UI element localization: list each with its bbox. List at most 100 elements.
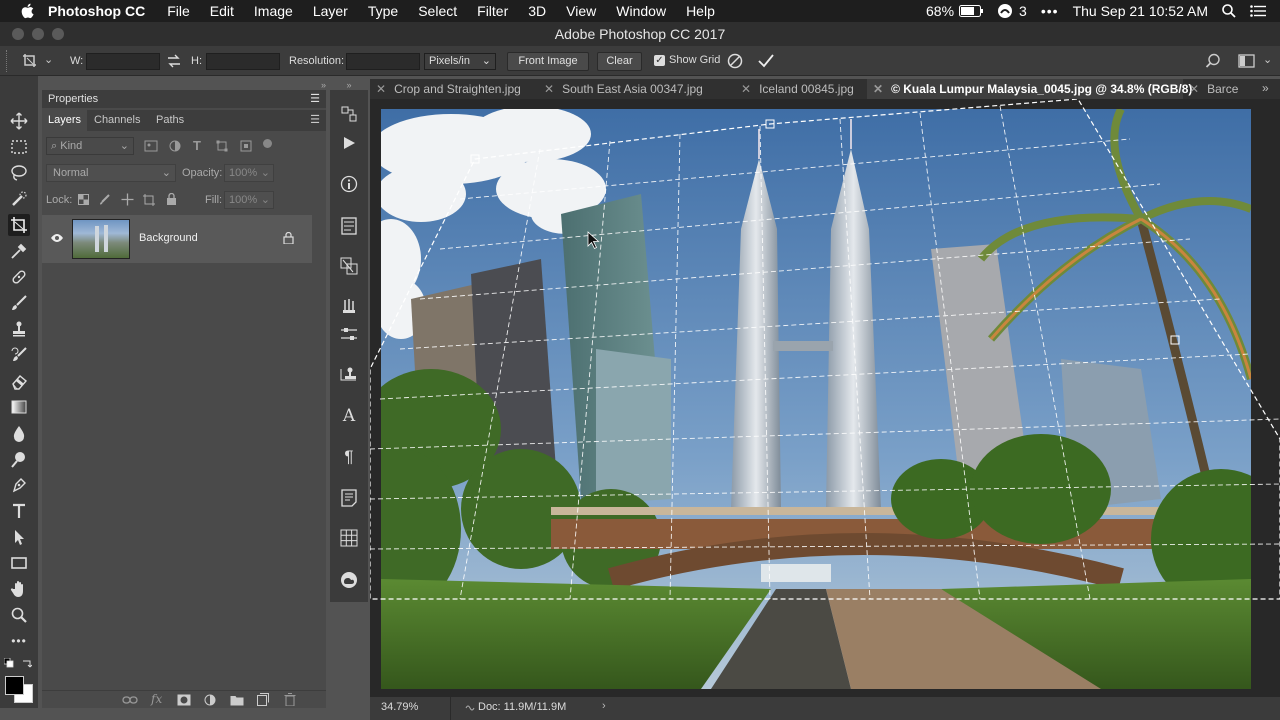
eyedropper-tool[interactable] xyxy=(8,240,30,262)
panel-collapse-arrows[interactable]: » xyxy=(42,80,326,90)
apple-icon[interactable] xyxy=(20,3,34,19)
app-menu[interactable]: Photoshop CC xyxy=(48,3,145,19)
menu-view[interactable]: View xyxy=(566,3,596,19)
close-tab-icon[interactable]: ✕ xyxy=(376,82,386,96)
doc-tab-iceland[interactable]: ✕ Iceland 00845.jpg xyxy=(735,79,867,99)
menu-type[interactable]: Type xyxy=(368,3,398,19)
filter-type-icon[interactable]: T xyxy=(193,138,201,153)
front-image-button[interactable]: Front Image xyxy=(507,52,589,71)
resolution-units-select[interactable]: Pixels/in ⌄ xyxy=(424,53,496,70)
close-tab-icon[interactable]: ✕ xyxy=(873,82,883,96)
perspective-crop-overlay[interactable] xyxy=(370,99,1280,697)
menu-edit[interactable]: Edit xyxy=(210,3,234,19)
layer-name[interactable]: Background xyxy=(139,232,198,244)
menu-window[interactable]: Window xyxy=(616,3,666,19)
add-mask-icon[interactable] xyxy=(177,694,191,706)
menu-file[interactable]: File xyxy=(167,3,190,19)
foreground-color-swatch[interactable] xyxy=(5,676,24,695)
show-grid-checkbox[interactable]: ✓ xyxy=(654,54,665,66)
cancel-crop-icon[interactable] xyxy=(727,53,743,69)
swap-dimensions-icon[interactable] xyxy=(167,54,181,68)
clear-button[interactable]: Clear xyxy=(597,52,642,71)
color-profile-icon[interactable] xyxy=(465,703,475,713)
type-tool[interactable] xyxy=(8,500,30,522)
rectangle-tool[interactable] xyxy=(8,552,30,574)
notes-panel-button[interactable] xyxy=(339,488,359,508)
clone-stamp-tool[interactable] xyxy=(8,318,30,340)
properties-panel-header[interactable]: Properties ☰ xyxy=(42,90,326,108)
menu-3d[interactable]: 3D xyxy=(528,3,546,19)
menu-filter[interactable]: Filter xyxy=(477,3,508,19)
document-size[interactable]: Doc: 11.9M/11.9M xyxy=(478,701,566,713)
creative-cloud-button[interactable] xyxy=(339,570,359,590)
tab-layers[interactable]: Layers xyxy=(42,110,88,131)
more-tabs-icon[interactable]: » xyxy=(1262,81,1269,95)
menu-image[interactable]: Image xyxy=(254,3,293,19)
quick-selection-tool[interactable] xyxy=(8,188,30,210)
width-input[interactable] xyxy=(86,53,160,70)
libraries-panel-button[interactable] xyxy=(339,256,359,276)
filter-toggle-icon[interactable] xyxy=(263,139,272,148)
default-colors-icon[interactable] xyxy=(4,658,14,668)
chevron-down-icon[interactable]: ⌄ xyxy=(1263,53,1272,66)
fill-input[interactable]: 100% ⌄ xyxy=(224,191,274,209)
link-layers-icon[interactable] xyxy=(122,695,138,705)
close-tab-icon[interactable]: ✕ xyxy=(544,82,554,96)
eye-icon[interactable] xyxy=(50,233,64,243)
lock-image-pixels-icon[interactable] xyxy=(99,194,110,205)
show-grid-toggle[interactable]: ✓ Show Grid xyxy=(654,54,720,66)
menu-help[interactable]: Help xyxy=(686,3,715,19)
chevron-down-icon[interactable]: ⌄ xyxy=(44,53,53,66)
swatches-panel-button[interactable] xyxy=(339,528,359,548)
filter-shape-icon[interactable] xyxy=(216,140,228,152)
notification-center-icon[interactable] xyxy=(1250,5,1266,17)
lock-transparent-pixels-icon[interactable] xyxy=(78,194,89,205)
tab-channels[interactable]: Channels xyxy=(88,110,146,131)
battery-status[interactable]: 68% xyxy=(926,3,984,19)
commit-crop-icon[interactable] xyxy=(757,53,775,69)
doc-tab-kuala-lumpur[interactable]: ✕ © Kuala Lumpur Malaysia_0045.jpg @ 34.8… xyxy=(867,79,1192,99)
marquee-tool[interactable] xyxy=(8,136,30,158)
adjustments-panel-button[interactable] xyxy=(339,324,359,344)
layer-lock-icon[interactable] xyxy=(283,232,294,244)
dodge-tool[interactable] xyxy=(8,448,30,470)
history-brush-tool[interactable] xyxy=(8,344,30,366)
fx-icon[interactable]: fx xyxy=(151,692,162,706)
gradient-tool[interactable] xyxy=(8,396,30,418)
path-selection-tool[interactable] xyxy=(8,526,30,548)
lock-artboard-icon[interactable] xyxy=(143,194,155,206)
filter-adjustment-icon[interactable] xyxy=(169,140,181,152)
healing-brush-tool[interactable] xyxy=(8,266,30,288)
options-grip[interactable] xyxy=(6,50,8,72)
panel-menu-icon[interactable]: ☰ xyxy=(310,90,320,108)
menu-layer[interactable]: Layer xyxy=(313,3,348,19)
zoom-tool[interactable] xyxy=(8,604,30,626)
layer-row[interactable]: Background xyxy=(42,215,312,263)
character-panel-button[interactable]: A xyxy=(339,406,359,426)
minimize-window-button[interactable] xyxy=(32,28,44,40)
perspective-crop-tool-icon[interactable] xyxy=(22,53,38,69)
clone-source-button[interactable] xyxy=(339,364,359,384)
swap-colors-icon[interactable] xyxy=(22,658,32,668)
menu-select[interactable]: Select xyxy=(418,3,457,19)
folder-icon[interactable] xyxy=(230,694,244,706)
hand-tool[interactable] xyxy=(8,578,30,600)
move-tool[interactable] xyxy=(8,110,30,132)
brush-tool[interactable] xyxy=(8,292,30,314)
lasso-tool[interactable] xyxy=(8,162,30,184)
blur-tool[interactable] xyxy=(8,422,30,444)
actions-panel-button[interactable] xyxy=(339,133,359,153)
eraser-tool[interactable] xyxy=(8,370,30,392)
close-tab-icon[interactable]: ✕ xyxy=(1189,82,1199,96)
strip-collapse-arrows[interactable]: » xyxy=(330,80,368,90)
adjustment-layer-icon[interactable] xyxy=(204,694,216,706)
spotlight-search-icon[interactable] xyxy=(1222,4,1236,18)
paragraph-panel-button[interactable]: ¶ xyxy=(339,447,359,467)
opacity-input[interactable]: 100% ⌄ xyxy=(224,164,274,182)
blend-mode-select[interactable]: Normal ⌄ xyxy=(46,164,176,182)
doc-tab-south-east-asia[interactable]: ✕ South East Asia 00347.jpg xyxy=(538,79,735,99)
height-input[interactable] xyxy=(206,53,280,70)
canvas-area[interactable] xyxy=(370,99,1280,697)
filter-pixel-icon[interactable] xyxy=(144,140,158,152)
crop-handle-right-middle[interactable] xyxy=(1170,335,1180,345)
